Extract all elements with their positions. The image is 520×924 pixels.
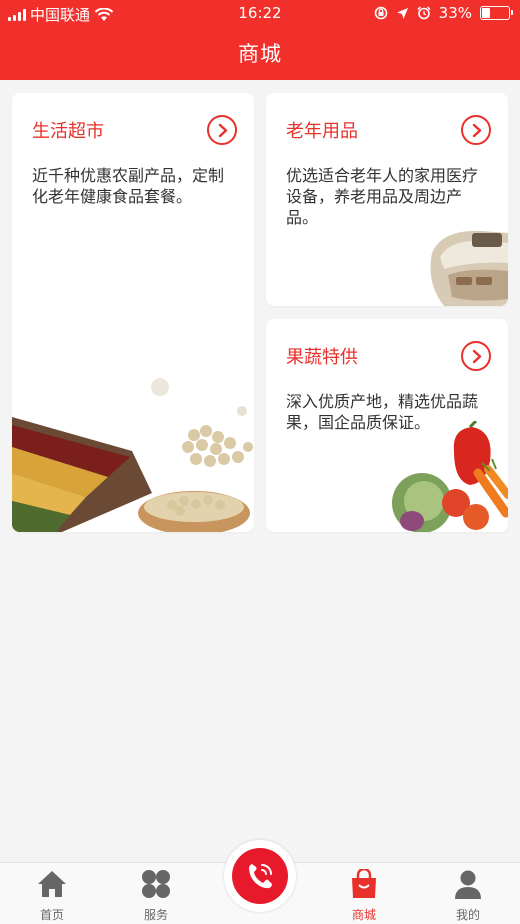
status-bar: 中国联通 16:22 33% bbox=[0, 0, 520, 26]
alarm-icon bbox=[417, 6, 431, 20]
tab-label: 服务 bbox=[143, 908, 168, 922]
chevron-right-icon[interactable] bbox=[207, 115, 237, 145]
grains-image bbox=[12, 378, 253, 532]
card-title: 老年用品 bbox=[286, 121, 358, 142]
tab-services[interactable]: 服务 bbox=[116, 869, 196, 923]
location-icon bbox=[396, 7, 408, 19]
card-supermarket[interactable]: 生活超市 近千种优惠农副产品，定制化老年健康食品套餐。 bbox=[12, 93, 254, 532]
foot-bath-image bbox=[430, 230, 508, 306]
battery-icon bbox=[480, 6, 513, 20]
chevron-right-icon[interactable] bbox=[461, 115, 491, 145]
card-title: 果蔬特供 bbox=[286, 347, 358, 368]
app-header: 中国联通 16:22 33% 商城 bbox=[0, 0, 520, 80]
card-description: 近千种优惠农副产品，定制化老年健康食品套餐。 bbox=[32, 166, 225, 206]
page-title: 商城 bbox=[238, 42, 282, 66]
user-icon bbox=[455, 870, 481, 899]
card-fruits-vegetables[interactable]: 果蔬特供 深入优质产地，精选优品蔬果，国企品质保证。 bbox=[266, 319, 508, 532]
tab-home[interactable]: 首页 bbox=[12, 869, 92, 923]
tab-label: 商城 bbox=[351, 908, 376, 922]
rotation-lock-icon bbox=[374, 6, 387, 20]
shopping-bag-icon bbox=[352, 867, 376, 898]
chevron-right-icon[interactable] bbox=[461, 341, 491, 371]
tab-mall[interactable]: 商城 bbox=[324, 867, 404, 923]
card-description: 优选适合老年人的家用医疗设备，养老用品及周边产品。 bbox=[286, 166, 479, 227]
battery-percent: 33% bbox=[438, 4, 472, 22]
phone-call-icon bbox=[249, 864, 272, 889]
tab-profile[interactable]: 我的 bbox=[428, 869, 508, 923]
call-button[interactable] bbox=[224, 840, 296, 912]
card-elderly-supplies[interactable]: 老年用品 优选适合老年人的家用医疗设备，养老用品及周边产品。 bbox=[266, 93, 508, 306]
tab-label: 我的 bbox=[455, 908, 480, 922]
home-icon bbox=[38, 871, 66, 897]
grid-icon bbox=[142, 870, 170, 898]
tab-label: 首页 bbox=[39, 908, 64, 922]
card-title: 生活超市 bbox=[32, 121, 104, 142]
vegetables-image bbox=[392, 421, 508, 532]
